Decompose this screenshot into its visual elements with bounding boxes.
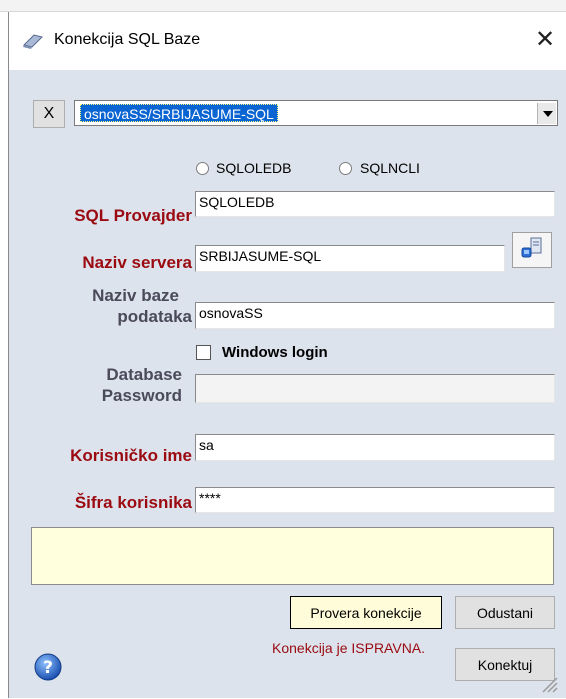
db-password-label-line1: Database [106, 365, 182, 384]
windows-login-checkbox[interactable] [196, 345, 211, 360]
server-browse-icon [520, 236, 544, 265]
server-browse-button[interactable] [512, 232, 552, 268]
server-label: Naziv servera [82, 253, 192, 272]
database-field[interactable]: osnovaSS [195, 302, 555, 329]
radio-sqloledb[interactable] [196, 162, 209, 175]
test-connection-button[interactable]: Provera konekcije [290, 596, 442, 629]
db-password-field[interactable] [195, 374, 555, 403]
connection-select-value: osnovaSS/SRBIJASUME-SQL [80, 104, 278, 122]
svg-text:?: ? [43, 658, 53, 678]
windows-login-label[interactable]: Windows login [222, 344, 328, 361]
server-field[interactable]: SRBIJASUME-SQL [195, 245, 505, 272]
resize-grip-icon[interactable] [537, 672, 559, 694]
username-label: Korisničko ime [70, 446, 192, 465]
cancel-button[interactable]: Odustani [455, 596, 555, 629]
sql-plug-icon [22, 33, 44, 49]
radio-sqloledb-label[interactable]: SQLOLEDB [216, 160, 291, 176]
password-label: Šifra korisnika [74, 493, 192, 512]
status-box [31, 527, 554, 585]
database-label-line2: podataka [117, 307, 192, 326]
provider-field[interactable]: SQLOLEDB [195, 191, 555, 217]
database-label-line1: Naziv baze [92, 286, 179, 305]
username-field[interactable]: sa [195, 434, 555, 461]
chevron-down-icon[interactable] [537, 103, 556, 124]
help-icon[interactable]: ? [33, 652, 63, 682]
status-message: Konekcija je ISPRAVNA. [272, 640, 426, 656]
password-field[interactable]: **** [195, 487, 555, 513]
window-title: Konekcija SQL Baze [54, 31, 201, 48]
background-window-strip [0, 0, 566, 12]
close-button[interactable]: ✕ [528, 24, 562, 56]
provider-label: SQL Provajder [74, 206, 192, 225]
radio-sqlncli-label[interactable]: SQLNCLI [360, 160, 420, 176]
background-window-edge [0, 12, 9, 698]
clear-connection-button[interactable]: X [33, 100, 65, 128]
radio-sqlncli[interactable] [339, 162, 352, 175]
db-password-label-line2: Password [101, 386, 182, 405]
